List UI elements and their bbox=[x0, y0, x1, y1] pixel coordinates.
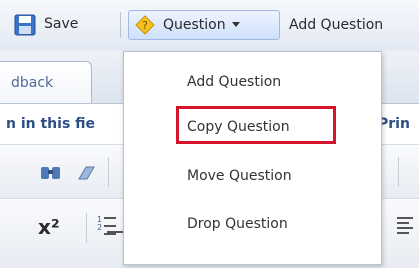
menu-item-move-question[interactable]: Move Question bbox=[124, 156, 381, 196]
svg-text:2: 2 bbox=[97, 223, 102, 232]
align-icon[interactable] bbox=[396, 215, 414, 235]
menu-item-add-question[interactable]: Add Question bbox=[124, 62, 381, 102]
toolbar: Save ? Question Add Question bbox=[0, 0, 419, 52]
question-icon: ? bbox=[135, 15, 155, 35]
eraser-icon[interactable] bbox=[74, 165, 96, 181]
menu-item-drop-question[interactable]: Drop Question bbox=[124, 204, 381, 244]
find-icon[interactable] bbox=[40, 163, 62, 183]
bulleted-list-icon[interactable] bbox=[106, 217, 124, 237]
question-dropdown-menu: Add Question Copy Question Move Question… bbox=[123, 51, 382, 265]
question-menu-button[interactable]: ? Question bbox=[128, 10, 280, 40]
superscript-icon[interactable]: x² bbox=[38, 215, 60, 239]
add-question-label: Add Question bbox=[289, 17, 384, 33]
tab-feedback-label: dback bbox=[11, 74, 54, 91]
toolbar-separator bbox=[398, 157, 399, 187]
save-label: Save bbox=[44, 16, 79, 32]
tab-feedback[interactable]: dback bbox=[0, 61, 92, 103]
svg-text:?: ? bbox=[142, 19, 148, 32]
add-question-button[interactable]: Add Question bbox=[289, 10, 419, 40]
toolbar-separator bbox=[108, 157, 109, 187]
save-button[interactable]: Save bbox=[10, 10, 110, 40]
highlight-box bbox=[176, 106, 336, 144]
menu-item-label: Add Question bbox=[187, 74, 282, 90]
print-link-text[interactable]: Prin bbox=[378, 116, 410, 132]
field-title-text: n in this fie bbox=[6, 116, 96, 132]
chevron-down-icon bbox=[231, 22, 240, 27]
toolbar-separator bbox=[120, 12, 121, 38]
menu-item-label: Drop Question bbox=[187, 216, 288, 232]
toolbar-separator bbox=[86, 213, 87, 243]
question-label: Question bbox=[163, 17, 226, 33]
menu-item-label: Move Question bbox=[187, 168, 292, 184]
save-icon bbox=[14, 14, 36, 36]
